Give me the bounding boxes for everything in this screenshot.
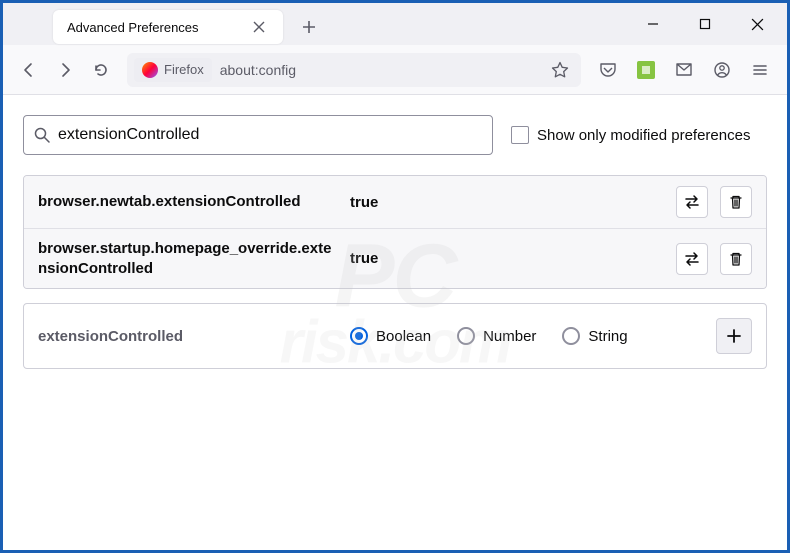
radio-circle-icon [457,327,475,345]
search-row: Show only modified preferences [23,115,767,155]
radio-number[interactable]: Number [457,327,536,345]
extension-icon[interactable] [629,53,663,87]
radio-label: String [588,328,627,345]
toggle-button[interactable] [676,243,708,275]
type-radio-group: Boolean Number String [350,327,704,345]
maximize-button[interactable] [683,8,727,40]
pref-row[interactable]: browser.newtab.extensionControlled true [24,176,766,229]
radio-boolean[interactable]: Boolean [350,327,431,345]
show-modified-checkbox-row[interactable]: Show only modified preferences [511,126,750,144]
firefox-logo-icon [142,62,158,78]
add-pref-name: extensionControlled [38,328,338,345]
add-pref-button[interactable] [716,318,752,354]
close-tab-icon[interactable] [249,17,269,37]
search-box[interactable] [23,115,493,155]
radio-label: Boolean [376,328,431,345]
reload-button[interactable] [85,54,117,86]
pocket-icon[interactable] [591,53,625,87]
radio-string[interactable]: String [562,327,627,345]
url-bar[interactable]: Firefox about:config [127,53,581,87]
pref-value: true [350,194,664,211]
minimize-button[interactable] [631,8,675,40]
radio-circle-icon [350,327,368,345]
forward-button[interactable] [49,54,81,86]
pref-list: browser.newtab.extensionControlled true … [23,175,767,289]
titlebar: Advanced Preferences [3,3,787,45]
account-icon[interactable] [705,53,739,87]
back-button[interactable] [13,54,45,86]
radio-circle-icon [562,327,580,345]
firefox-label: Firefox [164,62,204,77]
hamburger-menu-icon[interactable] [743,53,777,87]
url-text: about:config [220,62,546,78]
tab-title: Advanced Preferences [67,20,199,35]
firefox-identity-badge[interactable]: Firefox [134,58,212,82]
pref-value: true [350,250,664,267]
search-input[interactable] [58,126,482,144]
browser-tab[interactable]: Advanced Preferences [53,10,283,44]
pref-name: browser.newtab.extensionControlled [38,192,338,212]
pref-name: browser.startup.homepage_override.extens… [38,239,338,278]
show-modified-label: Show only modified preferences [537,127,750,144]
radio-label: Number [483,328,536,345]
show-modified-checkbox[interactable] [511,126,529,144]
inbox-icon[interactable] [667,53,701,87]
bookmark-star-icon[interactable] [546,56,574,84]
toggle-button[interactable] [676,186,708,218]
delete-button[interactable] [720,186,752,218]
close-window-button[interactable] [735,8,779,40]
add-pref-row: extensionControlled Boolean Number Strin… [23,303,767,369]
search-icon [34,127,50,143]
config-content: Show only modified preferences browser.n… [3,95,787,389]
new-tab-button[interactable] [295,13,323,41]
navigation-toolbar: Firefox about:config [3,45,787,95]
window-controls [631,8,787,40]
delete-button[interactable] [720,243,752,275]
pref-row[interactable]: browser.startup.homepage_override.extens… [24,229,766,288]
